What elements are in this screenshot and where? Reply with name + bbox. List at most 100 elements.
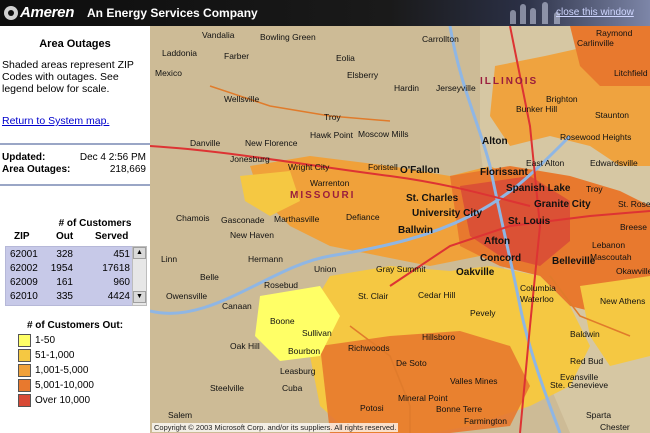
city-label: Oakville [456, 267, 495, 278]
zip-cell: 62009 [10, 277, 38, 288]
table-row[interactable]: 62010 335 4424 [6, 290, 133, 304]
city-label: Richwoods [348, 343, 390, 353]
city-label: Florissant [480, 167, 528, 178]
city-label: Bonne Terre [436, 404, 483, 414]
city-label: Breese [620, 222, 647, 232]
served-cell: 451 [113, 249, 130, 260]
logo-text: Ameren [20, 4, 75, 21]
zip-cell: 62002 [10, 263, 38, 274]
city-label: Danville [190, 138, 221, 148]
scroll-up-icon[interactable]: ▲ [133, 247, 146, 259]
scroll-down-icon[interactable]: ▼ [133, 291, 146, 303]
header-bar: Ameren An Energy Services Company close … [0, 0, 650, 26]
out-cell: 1954 [50, 263, 73, 274]
city-label: Foristell [368, 162, 398, 172]
column-header-served: Served [95, 231, 129, 242]
legend-item: 51-1,000 [18, 348, 94, 363]
city-label: Sparta [586, 410, 612, 420]
legend-label: 5,001-10,000 [35, 380, 94, 391]
city-label: Rosewood Heights [560, 132, 632, 142]
zip-cell: 62010 [10, 291, 38, 302]
legend-swatch [18, 379, 31, 392]
city-label: Jerseyville [436, 83, 476, 93]
city-label: Edwardsville [590, 158, 638, 168]
city-label: Carrollton [422, 34, 459, 44]
city-label: Cedar Hill [418, 290, 456, 300]
legend-title: # of Customers Out: [26, 320, 124, 331]
return-to-system-map-link[interactable]: Return to System map. [2, 115, 109, 127]
city-label: Defiance [346, 212, 380, 222]
legend-item: 1-50 [18, 333, 94, 348]
city-label: Belle [200, 272, 219, 282]
city-label: Waterloo [520, 294, 554, 304]
out-cell: 328 [56, 249, 73, 260]
city-label: Union [314, 264, 337, 274]
table-scrollbar[interactable]: ▲ ▼ [132, 246, 147, 306]
city-label: Evansville [560, 372, 599, 382]
city-label: Carlinville [577, 38, 614, 48]
city-label: Laddonia [162, 48, 197, 58]
table-row[interactable]: 62009 161 960 [6, 276, 133, 290]
city-label: Chester [600, 422, 630, 432]
divider [0, 143, 150, 145]
city-label: Mascoutah [590, 252, 632, 262]
city-label: Staunton [595, 110, 630, 120]
area-outages-row: Area Outages: 218,669 [2, 164, 146, 175]
city-label: Ballwin [398, 225, 434, 236]
city-label: Pevely [470, 308, 496, 318]
city-label: Wright City [288, 162, 330, 172]
city-label: St. Clair [358, 291, 389, 301]
table-row[interactable]: 62002 1954 17618 [6, 262, 133, 276]
city-label: St. Charles [406, 193, 459, 204]
city-label: Mexico [155, 68, 182, 78]
zip-cell: 62001 [10, 249, 38, 260]
city-label: New Florence [245, 138, 298, 148]
legend-item: Over 10,000 [18, 393, 94, 408]
city-label: Boone [270, 316, 295, 326]
city-label: O'Fallon [400, 165, 440, 176]
city-label: Cuba [282, 383, 303, 393]
city-label: Valles Mines [450, 376, 498, 386]
legend-label: 1-50 [35, 335, 56, 346]
table-row[interactable]: 62001 328 451 [6, 248, 133, 262]
city-label: Elsberry [347, 70, 379, 80]
legend-swatch [18, 334, 31, 347]
legend: 1-50 51-1,000 1,001-5,000 5,001-10,000 O… [18, 333, 94, 408]
page-title: Area Outages [39, 38, 111, 50]
area-outages-label: Area Outages: [2, 164, 71, 175]
city-label: Linn [161, 254, 178, 264]
city-label: Moscow Mills [358, 129, 409, 139]
city-label: Jonesburg [230, 154, 270, 164]
divider [0, 184, 150, 186]
legend-swatch [18, 349, 31, 362]
close-window-link[interactable]: close this window [556, 7, 634, 18]
city-label: Hawk Point [310, 130, 353, 140]
city-label: Vandalia [202, 30, 235, 40]
city-label: Bourbon [288, 346, 321, 356]
legend-label: 51-1,000 [35, 350, 75, 361]
city-label: Troy [324, 112, 341, 122]
zip-table[interactable]: 62001 328 451 62002 1954 17618 62009 161… [5, 246, 134, 306]
column-header-zip: ZIP [14, 231, 30, 242]
legend-item: 5,001-10,000 [18, 378, 94, 393]
city-label: New Haven [230, 230, 274, 240]
city-label: Farmington [464, 416, 507, 426]
city-label: Sullivan [302, 328, 332, 338]
out-cell: 161 [56, 277, 73, 288]
legend-label: Over 10,000 [35, 395, 91, 406]
city-label: Marthasville [274, 214, 320, 224]
state-label-missouri: MISSOURI [290, 190, 356, 201]
city-label: Granite City [534, 199, 591, 210]
city-label: Okawville [616, 266, 650, 276]
city-label: Troy [586, 184, 603, 194]
city-label: Red Bud [570, 356, 604, 366]
city-label: Chamois [176, 213, 210, 223]
tagline: An Energy Services Company [87, 6, 258, 20]
city-label: Gray Summit [376, 264, 426, 274]
city-label: University City [412, 208, 483, 219]
sidebar: Area Outages Shaded areas represent ZIP … [0, 26, 150, 433]
city-label: Gasconade [221, 215, 265, 225]
served-cell: 4424 [107, 291, 130, 302]
outage-map[interactable]: ILLINOIS MISSOURI Vandalia Bowling Green… [150, 26, 650, 433]
city-label: New Athens [600, 296, 646, 306]
